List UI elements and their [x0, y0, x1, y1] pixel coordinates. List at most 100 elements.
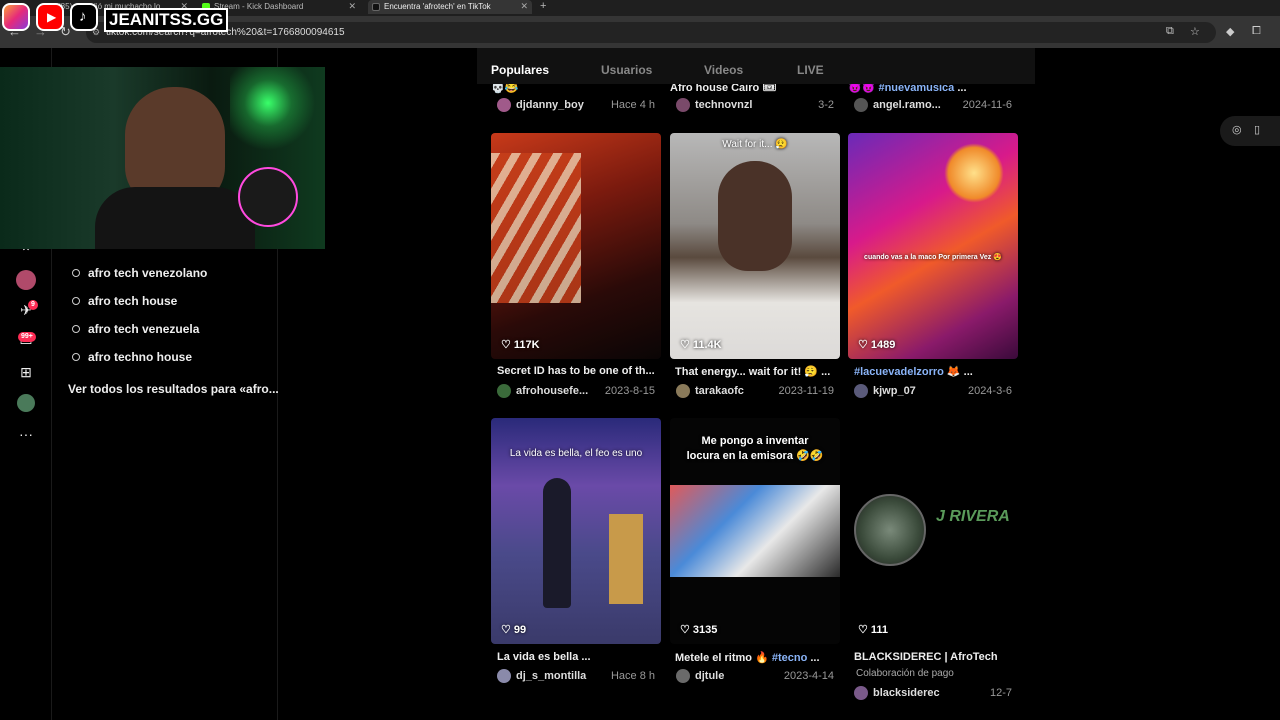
instagram-icon [2, 3, 30, 31]
username[interactable]: tarakaofc [695, 385, 744, 397]
post-date: 2023-11-19 [778, 385, 834, 397]
thumbnail-art [609, 514, 643, 604]
video-thumbnail[interactable]: cuando vas a la maco Por primera Vez 😍 ♡… [848, 133, 1018, 359]
avatar[interactable] [676, 98, 690, 112]
like-count: ♡ 3135 [680, 624, 718, 636]
video-caption[interactable]: That energy... wait for it! 😮‍💨 ... [675, 365, 845, 378]
video-meta: tarakaofc 2023-11-19 [670, 383, 840, 399]
avatar[interactable] [854, 384, 868, 398]
youtube-icon: ▶ [36, 3, 64, 31]
thumbnail-art [543, 478, 571, 608]
search-suggestion[interactable]: afro techno house [72, 350, 192, 364]
stream-branding: ▶ ♪ JEANITSS.GG [0, 0, 229, 34]
suggestion-text: afro tech venezolano [88, 266, 208, 280]
post-date: 2024-3-6 [967, 385, 1012, 397]
bookmark-star-icon[interactable]: ☆ [1190, 25, 1200, 38]
search-icon [72, 269, 80, 277]
search-icon [72, 297, 80, 305]
compass-icon[interactable]: ◎ [1232, 123, 1242, 136]
extensions-puzzle-icon[interactable]: ⧠ [1252, 25, 1261, 38]
inbox-count-badge: 9 [28, 300, 38, 310]
video-caption[interactable]: #lacuevadelzorro 🦊 ... [854, 365, 1024, 378]
messages-count-badge: 99+ [18, 332, 36, 342]
like-count: ♡ 1489 [858, 339, 896, 351]
avatar[interactable] [854, 686, 868, 700]
avatar[interactable] [676, 669, 690, 683]
video-meta: djdanny_boy Hace 4 h [491, 97, 661, 113]
username[interactable]: djtule [695, 670, 724, 682]
username[interactable]: blacksiderec [873, 687, 940, 699]
post-date: 2023-8-15 [604, 385, 655, 397]
username[interactable]: kjwp_07 [873, 385, 916, 397]
install-icon[interactable]: ⧉ [1166, 25, 1174, 38]
browser-tab-active[interactable]: Encuentra 'afrotech' en TikTok ✕ [368, 0, 532, 14]
video-thumbnail[interactable]: Me pongo a inventar locura en la emisora… [670, 418, 840, 644]
browser-tab-label: Encuentra 'afrotech' en TikTok [384, 2, 491, 11]
close-icon[interactable]: ✕ [348, 1, 356, 12]
post-date: 3-2 [818, 99, 834, 111]
heart-icon: ♡ [680, 624, 690, 636]
video-thumbnail[interactable]: Wait for it... 😮‍💨 ♡ 11.4K [670, 133, 840, 359]
video-overlay-text: Me pongo a inventar locura en la emisora… [686, 435, 824, 462]
new-tab-button[interactable]: + [540, 0, 546, 12]
like-count: ♡ 11.4K [680, 339, 722, 351]
search-suggestion[interactable]: afro tech house [72, 294, 177, 308]
post-date: Hace 8 h [610, 670, 655, 682]
video-thumbnail[interactable]: La vida es bella, el feo es uno ♡ 99 [491, 418, 661, 644]
video-caption[interactable]: Secret ID has to be one of th... [497, 365, 667, 377]
microphone-icon [238, 167, 298, 227]
more-icon[interactable]: ··· [14, 426, 38, 446]
upload-icon[interactable]: ⊞ [14, 364, 38, 384]
post-date: 2024-11-6 [962, 99, 1012, 111]
search-suggestion[interactable]: afro tech venezolano [72, 266, 207, 280]
user-avatar-icon[interactable] [14, 394, 38, 414]
close-icon[interactable]: ✕ [520, 1, 528, 12]
heart-icon: ♡ [501, 339, 511, 351]
search-result-tabs: Populares Usuarios Videos LIVE [477, 48, 1035, 84]
tab-usuarios[interactable]: Usuarios [601, 63, 652, 77]
tab-videos[interactable]: Videos [704, 63, 743, 77]
video-thumbnail[interactable]: J RIVERA ♡ 111 [848, 418, 1018, 644]
video-meta: dj_s_montilla Hace 8 h [491, 668, 661, 684]
tab-populares[interactable]: Populares [491, 63, 549, 77]
username[interactable]: dj_s_montilla [516, 670, 586, 682]
video-meta: technovnzl 3-2 [670, 97, 840, 113]
avatar[interactable] [854, 98, 868, 112]
video-overlay-text: Wait for it... 😮‍💨 [722, 139, 788, 150]
streamer-handle: JEANITSS.GG [104, 8, 229, 32]
video-meta: djtule 2023-4-14 [670, 668, 840, 684]
avatar[interactable] [497, 669, 511, 683]
profile-avatar-icon[interactable] [14, 270, 38, 290]
heart-icon: ♡ [501, 624, 511, 636]
username[interactable]: technovnzl [695, 99, 752, 111]
heart-icon: ♡ [680, 339, 690, 351]
see-all-results-link[interactable]: Ver todos los resultados para «afro... [68, 382, 279, 396]
screen: (85) sucedió mi muchacho lo ✕ Stream - K… [0, 0, 1280, 720]
username[interactable]: djdanny_boy [516, 99, 584, 111]
tab-live[interactable]: LIVE [797, 63, 824, 77]
url-field[interactable]: ⚙ tiktok.com/search?q=afrotech%20&t=1766… [86, 22, 1216, 43]
video-thumbnail[interactable]: ♡ 117K [491, 133, 661, 359]
search-icon [72, 325, 80, 333]
video-meta: kjwp_07 2024-3-6 [848, 383, 1018, 399]
logo-text: J RIVERA [936, 508, 1010, 525]
heart-icon: ♡ [858, 624, 868, 636]
avatar[interactable] [676, 384, 690, 398]
avatar[interactable] [497, 98, 511, 112]
suggestion-text: afro techno house [88, 350, 193, 364]
username[interactable]: afrohousefe... [516, 385, 588, 397]
paid-partnership-label: Colaboración de pago [856, 668, 954, 679]
post-date: Hace 4 h [610, 99, 655, 111]
webcam-overlay [0, 67, 325, 249]
search-suggestion[interactable]: afro tech venezuela [72, 322, 199, 336]
avatar[interactable] [497, 384, 511, 398]
video-caption[interactable]: Metele el ritmo 🔥 #tecno ... [675, 651, 845, 664]
extension-diamond-icon[interactable]: ◆ [1226, 25, 1234, 38]
video-caption[interactable]: BLACKSIDEREC | AfroTech [854, 651, 1024, 663]
device-icon[interactable]: ▯ [1254, 123, 1260, 136]
neon-light [230, 67, 325, 157]
video-caption[interactable]: La vida es bella ... [497, 651, 667, 663]
like-count: ♡ 99 [501, 624, 527, 636]
username[interactable]: angel.ramo... [873, 99, 941, 111]
thumbnail-art [670, 485, 840, 577]
